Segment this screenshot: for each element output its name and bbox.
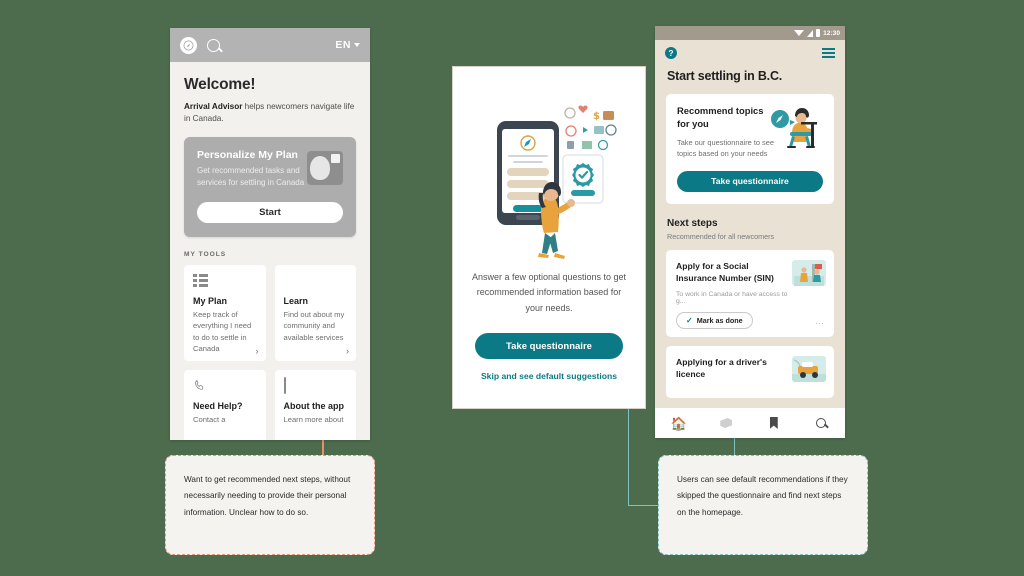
signal-icon (807, 29, 814, 37)
take-questionnaire-button[interactable]: Take questionnaire (677, 170, 823, 192)
tab-search[interactable] (798, 418, 846, 428)
search-icon[interactable] (207, 38, 220, 52)
take-questionnaire-button[interactable]: Take questionnaire (475, 333, 623, 359)
next-steps-heading: Next steps (667, 217, 718, 229)
personalize-plan-card[interactable]: Personalize My Plan Get recommended task… (184, 136, 356, 237)
chevron-right-icon: › (346, 346, 349, 357)
tool-card-about-app[interactable]: About the app Learn more about (274, 370, 356, 440)
phone-icon (193, 379, 257, 395)
search-icon (816, 418, 827, 428)
phone-screen-left: EN Welcome! Arrival Advisor helps newcom… (170, 28, 370, 440)
tool-card-learn[interactable]: Learn Find out about my community and av… (274, 264, 356, 362)
intro-brand: Arrival Advisor (184, 102, 243, 111)
chip-label: Mark as done (696, 315, 743, 325)
help-circle-icon[interactable]: ? (665, 47, 677, 59)
promo-body: Get recommended tasks and services for s… (197, 165, 305, 187)
card-title: Recommend topics for you (677, 105, 764, 129)
woman-with-phone-and-checkmark-illustration: $ (475, 89, 627, 261)
tab-learn[interactable] (703, 418, 751, 428)
step-card-drivers-licence[interactable]: Applying for a driver's licence (666, 345, 834, 399)
next-steps-subtitle: Recommended for all newcomers (667, 231, 775, 241)
wifi-icon (794, 30, 805, 36)
tab-bookmarks[interactable] (750, 417, 798, 429)
compass-icon[interactable] (180, 36, 197, 54)
step-card-sin[interactable]: Apply for a Social Insurance Number (SIN… (666, 249, 834, 337)
battery-icon (816, 29, 821, 37)
tab-home[interactable]: 🏠 (655, 417, 703, 430)
home-icon: 🏠 (670, 415, 687, 431)
book-icon (720, 418, 733, 428)
list-icon (193, 273, 257, 290)
tools-grid: My Plan Keep track of everything I need … (184, 264, 356, 440)
hamburger-menu-icon[interactable] (822, 48, 835, 58)
intro-body-text: Answer a few optional questions to get r… (471, 272, 627, 313)
step-title: Apply for a Social Insurance Number (SIN… (676, 260, 774, 284)
person-with-document-illustration (307, 150, 343, 185)
my-tools-label: MY TOOLS (184, 250, 227, 258)
language-label: EN (335, 39, 351, 51)
tool-body: Learn more about (283, 415, 344, 425)
clock-label: 12:30 (823, 29, 840, 37)
book-icon (284, 274, 348, 290)
recommend-topics-card: Recommend topics for you Take our questi… (666, 94, 834, 204)
tool-title: My Plan (193, 295, 228, 306)
start-button[interactable]: Start (197, 201, 343, 223)
annotation-left: Want to get recommended next steps, with… (165, 455, 375, 555)
mark-as-done-button[interactable]: ✓ Mark as done (676, 311, 753, 329)
tool-card-my-plan[interactable]: My Plan Keep track of everything I need … (184, 264, 266, 362)
tool-body: Find out about my community and availabl… (283, 309, 345, 342)
status-bar: 12:30 (655, 26, 845, 40)
more-horizontal-icon[interactable]: ⋯ (815, 318, 825, 329)
bottom-tab-bar: 🏠 (655, 408, 845, 438)
app-bar: EN (170, 28, 370, 62)
annotation-right: Users can see default recommendations if… (658, 455, 868, 555)
page-title: Welcome! (184, 76, 256, 93)
step-title: Applying for a driver's licence (676, 356, 767, 379)
person-at-desk-illustration (768, 106, 826, 150)
left-phone-body: Welcome! Arrival Advisor helps newcomers… (170, 62, 370, 440)
tool-title: Learn (283, 295, 309, 306)
tool-title: About the app (283, 401, 345, 412)
canvas: EN Welcome! Arrival Advisor helps newcom… (0, 0, 1024, 576)
questionnaire-intro-panel: $ Answer a few optional questions to get… (452, 66, 646, 409)
svg-text:$: $ (593, 111, 600, 122)
skip-link[interactable]: Skip and see default suggestions (453, 371, 645, 381)
page-title: Start settling in B.C. (667, 69, 783, 83)
tool-title: Need Help? (193, 401, 243, 412)
top-bar: ? (655, 40, 845, 66)
sin-card-illustration (792, 259, 826, 286)
step-description: To work in Canada or have access to g... (676, 290, 788, 305)
driving-illustration (792, 355, 826, 382)
tool-body: Keep track of everything I need to do to… (193, 309, 252, 353)
chevron-right-icon: › (255, 346, 259, 357)
mobile-icon (283, 377, 348, 395)
bookmark-icon (769, 417, 778, 429)
tool-card-need-help[interactable]: Need Help? Contact a (184, 370, 266, 440)
tool-body: Contact a (193, 415, 226, 425)
intro-text: Arrival Advisor helps newcomers navigate… (184, 101, 356, 125)
phone-screen-right: 12:30 ? Start settling in B.C. Recommend… (655, 26, 845, 438)
language-selector[interactable]: EN (335, 39, 360, 51)
chevron-down-icon (354, 43, 360, 47)
check-icon: ✓ (686, 315, 693, 325)
